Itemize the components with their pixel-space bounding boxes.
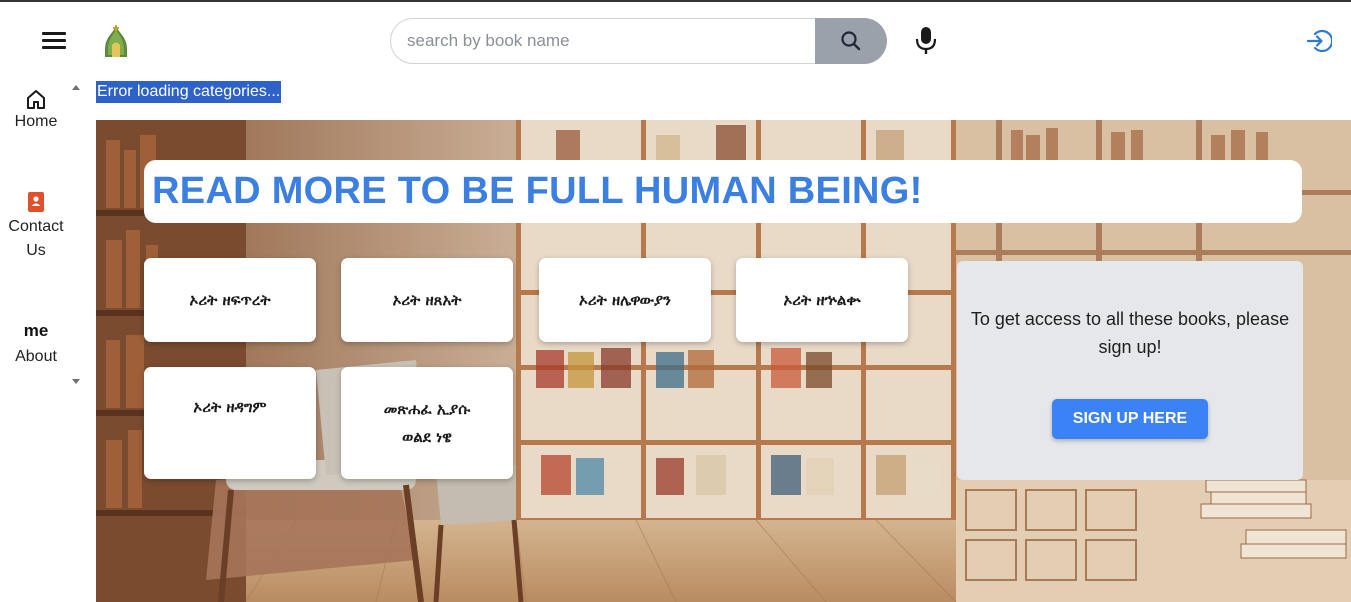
category-card-joshua[interactable]: መጽሐፈ ኢያሱ ወልደ ነዌ: [341, 367, 513, 479]
hamburger-menu-icon[interactable]: [38, 28, 70, 54]
sidebar-item-label: About: [15, 348, 57, 365]
category-card-exodus[interactable]: ኦሪት ዘጸአት: [341, 258, 513, 342]
search-button[interactable]: [815, 18, 887, 64]
hero-title: READ MORE TO BE FULL HUMAN BEING!: [152, 170, 923, 212]
error-message: Error loading categories...: [96, 81, 282, 103]
search-bar: [390, 18, 887, 64]
category-card-deuteronomy[interactable]: ኦሪት ዘዳግም: [144, 367, 316, 479]
hero-section: READ MORE TO BE FULL HUMAN BEING! ኦሪት ዘፍ…: [96, 120, 1351, 602]
category-card-leviticus[interactable]: ኦሪት ዘሌዋውያን: [539, 258, 711, 342]
signup-panel: To get access to all these books, please…: [957, 261, 1303, 480]
sidebar-item-home[interactable]: Home: [0, 88, 72, 134]
search-input[interactable]: [390, 18, 816, 64]
sidebar: Home Contact Us me About: [0, 78, 86, 602]
microphone-icon[interactable]: [914, 26, 938, 56]
signup-message: To get access to all these books, please…: [970, 309, 1290, 357]
search-icon: [841, 31, 861, 51]
home-icon: [27, 90, 45, 109]
sidebar-item-label: Contact Us: [8, 218, 64, 259]
category-card-genesis[interactable]: ኦሪት ዘፍጥረት: [144, 258, 316, 342]
sidebar-item-label: Home: [14, 113, 58, 130]
scroll-down-arrow-icon[interactable]: [72, 379, 80, 384]
sidebar-item-about[interactable]: me About: [0, 321, 72, 369]
church-logo[interactable]: [100, 25, 132, 59]
about-icon-text: me: [23, 321, 49, 340]
contact-book-icon: [28, 192, 44, 212]
sidebar-item-contact[interactable]: Contact Us: [0, 191, 72, 263]
hero-banner: READ MORE TO BE FULL HUMAN BEING!: [144, 160, 1302, 223]
signup-button[interactable]: SIGN UP HERE: [1052, 399, 1208, 439]
login-icon[interactable]: [1306, 28, 1332, 54]
sidebar-scrollbar[interactable]: [69, 78, 83, 388]
top-header: [0, 2, 1351, 78]
scroll-up-arrow-icon[interactable]: [72, 85, 80, 90]
category-card-numbers[interactable]: ኦሪት ዘኍልቍ: [736, 258, 908, 342]
